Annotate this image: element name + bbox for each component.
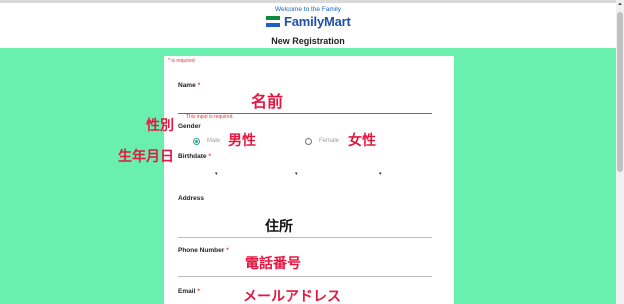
name-label: Name * (178, 82, 201, 89)
scrollbar-thumb[interactable] (617, 12, 623, 172)
annotation-gender: 性別 (146, 117, 174, 133)
birthdate-label: Birthdate * (178, 153, 212, 160)
familymart-logo-icon (266, 16, 280, 28)
required-note: * is required (168, 58, 195, 64)
gender-female-radio[interactable] (305, 138, 312, 145)
gender-female-label[interactable]: Female (319, 138, 339, 144)
phone-input[interactable] (178, 276, 432, 277)
address-input[interactable] (178, 237, 432, 238)
registration-form: * is required Name * This input is requir… (164, 56, 454, 304)
header-bar: Welcome to the Family FamilyMart New Reg… (0, 0, 616, 48)
annotation-female: 女性 (348, 132, 376, 148)
name-error-message: This input is required. (186, 114, 234, 120)
annotation-name: 名前 (251, 94, 284, 111)
gender-male-label[interactable]: Male (207, 138, 220, 144)
browser-top-edge (0, 0, 616, 3)
page-title: New Registration (271, 36, 345, 46)
familymart-logo[interactable]: FamilyMart (266, 14, 352, 29)
gender-label: Gender (178, 123, 201, 130)
annotation-male: 男性 (228, 132, 256, 148)
welcome-text: Welcome to the Family (275, 6, 341, 13)
gender-male-radio[interactable] (193, 138, 200, 145)
page-scrollbar[interactable] (616, 0, 624, 304)
birthdate-month-select[interactable]: ▾ (295, 171, 298, 177)
annotation-email: メールアドレス (243, 288, 341, 304)
annotation-phone: 電話番号 (245, 255, 301, 271)
scroll-up-arrow-icon[interactable] (617, 1, 623, 7)
birthdate-day-select[interactable]: ▾ (379, 171, 382, 177)
logo-text: FamilyMart (284, 14, 351, 29)
address-label: Address (178, 195, 205, 202)
email-label: Email * (178, 288, 200, 295)
birthdate-year-select[interactable]: ▾ (215, 171, 218, 177)
annotation-birthdate: 生年月日 (118, 148, 174, 164)
annotation-address: 住所 (265, 218, 293, 234)
phone-label: Phone Number * (178, 247, 229, 254)
